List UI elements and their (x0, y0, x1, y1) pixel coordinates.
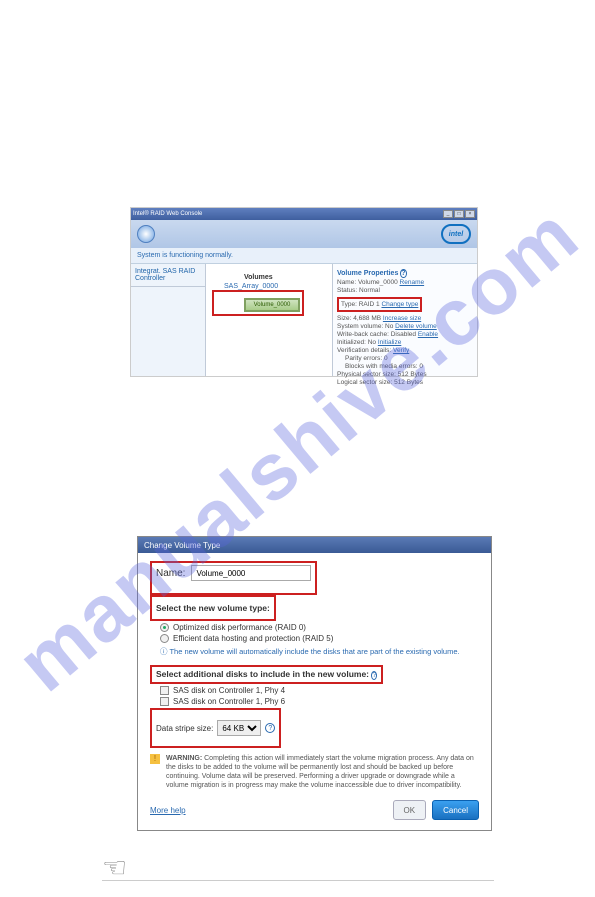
prop-parity: Parity errors: 0 (337, 355, 473, 362)
close-icon[interactable]: × (465, 210, 475, 218)
divider (102, 880, 494, 881)
raid0-label: Optimized disk performance (RAID 0) (173, 623, 306, 632)
disk2-label: SAS disk on Controller 1, Phy 6 (173, 697, 285, 706)
rename-link[interactable]: Rename (400, 279, 425, 286)
highlight-adddisks-title: Select additional disks to include in th… (150, 665, 383, 684)
controller-tab[interactable]: Integrat. SAS RAID Controller (131, 264, 205, 287)
auto-include-note: ⓘ The new volume will automatically incl… (160, 646, 479, 657)
increase-size-link[interactable]: Increase size (383, 315, 421, 322)
raid5-radio[interactable] (160, 634, 169, 643)
volumes-pane: Volumes SAS_Array_0000 Volume_0000 (206, 264, 332, 376)
section-new-type: Select the new volume type: (156, 603, 270, 613)
prop-physsec: Physical sector size: 512 Bytes (337, 371, 473, 378)
help-icon[interactable]: ? (265, 723, 275, 733)
raid-console-screenshot: Intel® RAID Web Console _ □ × intel Syst… (130, 207, 478, 377)
name-label: Name: (156, 568, 185, 579)
maximize-icon[interactable]: □ (454, 210, 464, 218)
raid0-radio[interactable] (160, 623, 169, 632)
warning-block: ! WARNING: Completing this action will i… (150, 754, 479, 790)
prop-name: Name: Volume_0000 Rename (337, 279, 473, 286)
warning-icon: ! (150, 754, 160, 764)
prop-verify: Verification details: Verify (337, 347, 473, 354)
array-name[interactable]: SAS_Array_0000 (224, 283, 326, 290)
highlight-name-row: Name: (150, 561, 317, 595)
section-add-disks: Select additional disks to include in th… (156, 669, 371, 679)
status-bar: System is functioning normally. (131, 248, 477, 264)
highlight-newtype-title: Select the new volume type: (150, 595, 276, 621)
disk1-label: SAS disk on Controller 1, Phy 4 (173, 686, 285, 695)
properties-title: Volume Properties ? (337, 269, 473, 278)
raid5-label: Efficient data hosting and protection (R… (173, 634, 333, 643)
properties-pane: Volume Properties ? Name: Volume_0000 Re… (332, 264, 477, 376)
window-title: Intel® RAID Web Console (133, 211, 202, 217)
stripe-label: Data stripe size: (156, 724, 213, 733)
prop-wbc: Write-back cache: Disabled Enable (337, 331, 473, 338)
stripe-size-select[interactable]: 64 KB (217, 720, 261, 736)
more-help-link[interactable]: More help (150, 806, 186, 815)
minimize-icon[interactable]: _ (443, 210, 453, 218)
initialize-link[interactable]: Initialize (378, 339, 401, 346)
highlight-volume-chip: Volume_0000 (212, 290, 304, 316)
volume-name-input[interactable] (191, 565, 311, 581)
delete-volume-link[interactable]: Delete volume (395, 323, 437, 330)
prop-status: Status: Normal (337, 287, 473, 294)
prop-blocks: Blocks with media errors: 0 (337, 363, 473, 370)
disk2-checkbox[interactable] (160, 697, 169, 706)
disk1-checkbox[interactable] (160, 686, 169, 695)
highlight-stripe-row: Data stripe size: 64 KB ? (150, 708, 281, 748)
help-icon[interactable]: ? (400, 269, 406, 278)
highlight-change-type: Type: RAID 1 Change type (337, 297, 422, 312)
prop-logsec: Logical sector size: 512 Bytes (337, 379, 473, 386)
back-icon[interactable] (137, 225, 155, 243)
toolbar: intel (131, 220, 477, 248)
prop-init: Initialized: No Initialize (337, 339, 473, 346)
change-type-link[interactable]: Change type (381, 301, 418, 308)
intel-logo-icon: intel (441, 224, 471, 244)
dialog-title: Change Volume Type (138, 537, 491, 553)
change-volume-type-dialog: Change Volume Type Name: Select the new … (137, 536, 492, 831)
sidebar: Integrat. SAS RAID Controller (131, 264, 206, 376)
prop-type: Type: RAID 1 Change type (341, 301, 418, 308)
window-titlebar: Intel® RAID Web Console _ □ × (131, 208, 477, 220)
verify-link[interactable]: Verify (393, 347, 409, 354)
prop-sysvol: System volume: No Delete volume (337, 323, 473, 330)
help-icon[interactable]: ? (371, 671, 377, 680)
volumes-header: Volumes (244, 274, 326, 281)
warning-text: Completing this action will immediately … (166, 755, 474, 789)
enable-wbc-link[interactable]: Enable (418, 331, 438, 338)
ok-button[interactable]: OK (393, 800, 427, 820)
cancel-button[interactable]: Cancel (432, 800, 479, 820)
prop-size: Size: 4,688 MB Increase size (337, 315, 473, 322)
volume-chip[interactable]: Volume_0000 (244, 298, 300, 312)
